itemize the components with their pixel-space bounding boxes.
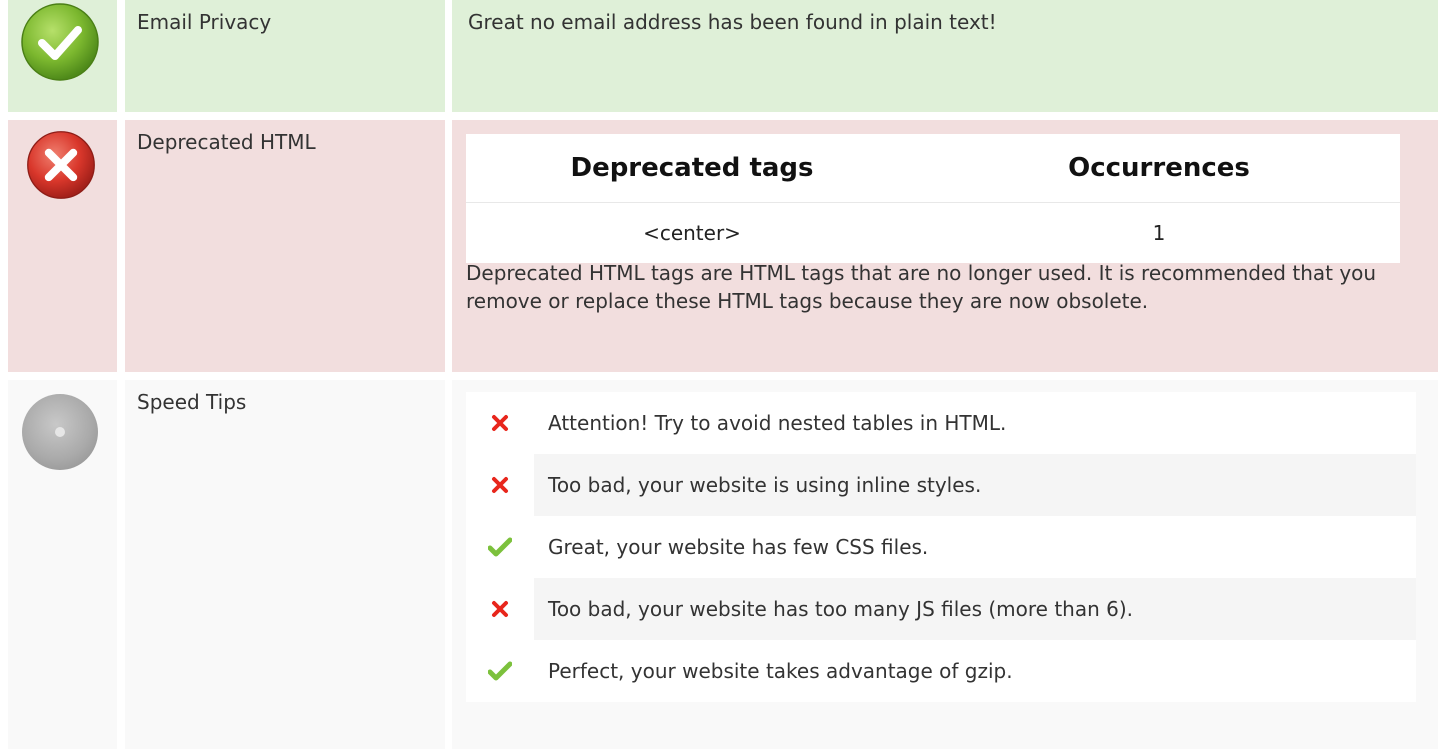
check-icon xyxy=(466,516,534,578)
deprecated-tags-table: Deprecated tags Occurrences <center> 1 xyxy=(466,134,1400,263)
status-icon-cell xyxy=(8,380,117,749)
row-label: Deprecated HTML xyxy=(137,130,316,154)
column-header-occurrences: Occurrences xyxy=(1068,153,1250,183)
row-content-cell: Deprecated tags Occurrences <center> 1 D… xyxy=(452,120,1438,372)
list-item: Great, your website has few CSS files. xyxy=(466,516,1416,578)
status-icon-cell xyxy=(8,0,117,112)
row-content-cell: Attention! Try to avoid nested tables in… xyxy=(452,380,1438,749)
speed-tips-list: Attention! Try to avoid nested tables in… xyxy=(466,392,1416,702)
report-row-email-privacy: Email Privacy Great no email address has… xyxy=(0,0,1438,112)
list-item: Too bad, your website is using inline st… xyxy=(466,454,1416,516)
cross-icon xyxy=(466,454,534,516)
deprecated-tag-cell: <center> xyxy=(643,221,741,245)
row-label-cell: Speed Tips xyxy=(125,380,445,749)
deprecated-html-description: Deprecated HTML tags are HTML tags that … xyxy=(466,261,1377,313)
x-circle-icon xyxy=(27,131,95,199)
neutral-circle-icon xyxy=(22,394,98,470)
status-icon-cell xyxy=(8,120,117,372)
column-header-deprecated-tags: Deprecated tags xyxy=(570,153,814,183)
row-content-cell: Great no email address has been found in… xyxy=(452,0,1438,112)
report-row-deprecated-html: Deprecated HTML Deprecated tags Occurren… xyxy=(0,120,1438,372)
table-header: Deprecated tags Occurrences xyxy=(466,134,1400,202)
cross-icon xyxy=(466,578,534,640)
row-label-cell: Email Privacy xyxy=(125,0,445,112)
tip-text: Perfect, your website takes advantage of… xyxy=(548,659,1013,683)
list-item: Attention! Try to avoid nested tables in… xyxy=(466,392,1416,454)
row-label: Speed Tips xyxy=(137,390,247,414)
table-row: <center> 1 xyxy=(466,202,1400,263)
list-item: Too bad, your website has too many JS fi… xyxy=(466,578,1416,640)
tip-text: Too bad, your website has too many JS fi… xyxy=(548,597,1134,621)
email-privacy-text: Great no email address has been found in… xyxy=(468,10,997,34)
list-item: Perfect, your website takes advantage of… xyxy=(466,640,1416,702)
tip-text: Too bad, your website is using inline st… xyxy=(548,473,982,497)
tip-text: Great, your website has few CSS files. xyxy=(548,535,929,559)
tip-text: Attention! Try to avoid nested tables in… xyxy=(548,411,1007,435)
report-row-speed-tips: Speed Tips Attention! Try to avoid neste… xyxy=(0,380,1438,749)
row-label: Email Privacy xyxy=(137,10,272,34)
cross-icon xyxy=(466,392,534,454)
row-label-cell: Deprecated HTML xyxy=(125,120,445,372)
check-circle-icon xyxy=(21,3,99,81)
check-icon xyxy=(466,640,534,702)
occurrences-cell: 1 xyxy=(1152,221,1166,245)
